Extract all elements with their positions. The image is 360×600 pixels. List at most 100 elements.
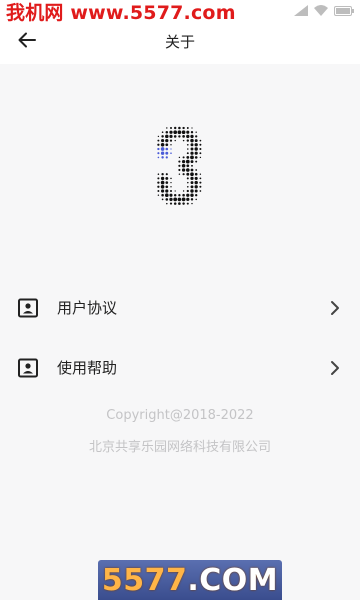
logo-dot <box>190 151 194 155</box>
logo-dot <box>199 190 202 192</box>
logo-dot <box>182 135 185 138</box>
watermark-text: 我机网 www.5577.com <box>0 0 242 26</box>
logo-dot <box>195 169 198 171</box>
menu-item-label: 使用帮助 <box>57 359 118 377</box>
logo-dot <box>165 143 169 147</box>
logo-dot <box>165 181 169 184</box>
logo-dot <box>199 139 202 142</box>
logo-dot <box>182 190 185 192</box>
logo-dot <box>194 147 198 151</box>
logo-dot <box>190 155 194 160</box>
logo-dot <box>182 193 185 197</box>
about-screen: 关于 我机网 www.5577.com 用户协议 使用帮助 Copyright@… <box>0 0 360 600</box>
logo-dot <box>165 151 169 155</box>
status-icons <box>294 3 354 17</box>
id-card-icon <box>18 358 38 378</box>
logo-dot <box>191 202 193 205</box>
logo-dot <box>190 134 194 139</box>
logo-dot <box>178 164 181 167</box>
logo-dot <box>195 131 197 133</box>
logo-dot <box>165 147 169 151</box>
logo-dot <box>191 164 193 167</box>
help-item[interactable]: 使用帮助 <box>0 340 360 396</box>
logo-dot <box>194 189 198 193</box>
logo-dot <box>165 156 168 159</box>
logo-dot <box>160 176 165 181</box>
logo-dot <box>170 148 172 150</box>
logo-dot <box>185 159 190 164</box>
logo-dot <box>186 202 189 205</box>
logo-dot <box>165 185 169 189</box>
logo-dot <box>174 126 177 130</box>
logo-dot <box>181 130 186 135</box>
user-agreement-item[interactable]: 用户协议 <box>0 280 360 336</box>
logo-dot <box>157 152 160 155</box>
logo-dot <box>182 173 185 176</box>
logo-dot <box>186 193 190 197</box>
logo-dot <box>165 193 169 197</box>
logo-dot <box>177 130 182 135</box>
logo-dot <box>186 134 190 139</box>
wifi-icon <box>314 1 328 20</box>
logo-dot <box>169 139 173 142</box>
menu-item-label: 用户协议 <box>57 299 118 317</box>
logo-dot <box>186 127 189 129</box>
logo-dot <box>194 139 198 143</box>
logo-dot <box>178 173 181 175</box>
logo-dot <box>186 164 190 168</box>
logo-dot <box>190 198 194 201</box>
logo-dot <box>161 135 164 138</box>
logo-dot <box>174 139 176 142</box>
logo-dot <box>157 143 160 146</box>
logo-dot <box>194 180 198 185</box>
logo-dot <box>186 130 190 134</box>
logo-dot <box>169 189 173 193</box>
signal-icon <box>294 1 308 20</box>
logo-dot <box>186 177 189 180</box>
logo-dot <box>199 143 202 146</box>
logo-dot <box>186 189 189 193</box>
logo-dot <box>191 127 193 129</box>
logo-dot <box>194 151 198 155</box>
logo-dot <box>170 186 172 188</box>
logo-dot <box>165 198 169 201</box>
logo-dot <box>157 190 160 192</box>
logo-dot <box>157 173 160 175</box>
logo-dot <box>190 193 194 197</box>
logo-dot <box>186 155 190 159</box>
logo-dot <box>190 185 194 189</box>
logo-dot <box>190 189 194 193</box>
logo-dot <box>194 176 198 180</box>
logo-dot <box>195 198 197 201</box>
logo-dot <box>160 180 165 185</box>
logo-dot <box>161 139 165 143</box>
logo-dot <box>190 138 194 143</box>
logo-dot <box>190 143 194 147</box>
app-logo <box>157 126 202 205</box>
logo-dot <box>194 172 198 176</box>
logo-dot <box>161 131 164 134</box>
logo-dot <box>157 181 160 184</box>
logo-dot <box>181 159 186 164</box>
logo-dot <box>182 139 185 142</box>
logo-dot <box>195 135 198 138</box>
logo-dot <box>199 152 202 155</box>
logo-dot <box>178 126 181 130</box>
logo-dot <box>199 177 202 180</box>
logo-dot <box>187 181 189 184</box>
logo-dot <box>160 147 165 151</box>
logo-dot <box>190 176 194 181</box>
logo-dot <box>157 139 160 142</box>
logo-dot <box>173 202 177 205</box>
logo-dot <box>190 181 194 185</box>
logo-dot <box>165 134 169 139</box>
page-title: 关于 <box>164 33 195 51</box>
logo-dot <box>186 197 190 202</box>
logo-dot <box>160 185 165 189</box>
logo-dot <box>178 202 181 205</box>
logo-dot <box>170 181 172 184</box>
logo-dot <box>178 135 181 138</box>
logo-dot <box>182 156 185 159</box>
logo-dot <box>178 168 181 172</box>
logo-dot <box>173 130 178 135</box>
